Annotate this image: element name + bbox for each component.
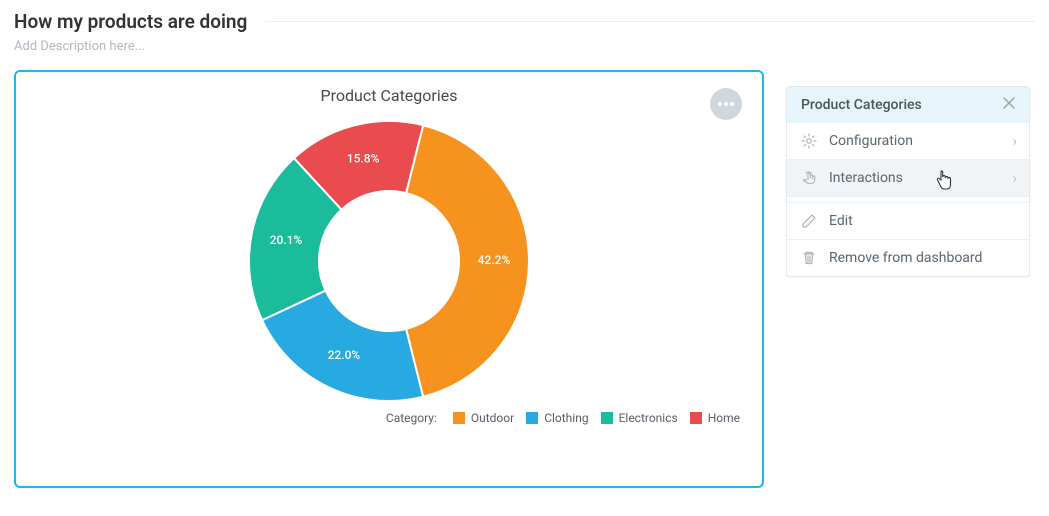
- pointer-cursor-icon: [935, 170, 953, 196]
- slice-label: 42.2%: [478, 253, 511, 267]
- page-title[interactable]: How my products are doing: [14, 10, 247, 33]
- context-menu-close-button[interactable]: [1003, 97, 1015, 113]
- title-divider: [265, 21, 1035, 22]
- legend-label: Category:: [386, 411, 437, 425]
- context-menu-item-remove[interactable]: Remove from dashboard: [787, 239, 1029, 276]
- ellipsis-icon: [717, 101, 735, 107]
- chart-legend: Category: Outdoor Clothing Electronics H…: [30, 411, 748, 425]
- chevron-right-icon: ›: [1012, 132, 1017, 150]
- slice-label: 15.8%: [347, 151, 380, 165]
- chart-title: Product Categories: [30, 86, 748, 105]
- context-menu-header: Product Categories: [787, 87, 1029, 123]
- swatch-home: [690, 412, 702, 424]
- donut-chart: 42.2% 22.0% 20.1% 15.8%: [30, 111, 748, 411]
- legend-item-electronics[interactable]: Electronics: [601, 411, 678, 425]
- legend-item-clothing[interactable]: Clothing: [526, 411, 588, 425]
- slice-label: 20.1%: [270, 233, 303, 247]
- swatch-outdoor: [453, 412, 465, 424]
- donut-slice[interactable]: [406, 125, 529, 397]
- context-menu-item-label: Interactions: [829, 170, 903, 186]
- close-icon: [1003, 97, 1015, 109]
- hand-tap-icon: [801, 170, 817, 186]
- context-menu-item-interactions[interactable]: Interactions ›: [787, 159, 1029, 196]
- context-menu-item-label: Remove from dashboard: [829, 250, 982, 266]
- trash-icon: [801, 250, 817, 266]
- legend-text: Home: [708, 411, 740, 425]
- legend-text: Clothing: [544, 411, 588, 425]
- legend-text: Outdoor: [471, 411, 514, 425]
- widget-context-menu: Product Categories Configuration ›: [786, 86, 1030, 277]
- slice-label: 22.0%: [328, 348, 361, 362]
- page-description-input[interactable]: Add Description here...: [14, 39, 1035, 54]
- legend-text: Electronics: [619, 411, 678, 425]
- legend-item-home[interactable]: Home: [690, 411, 740, 425]
- context-menu-item-edit[interactable]: Edit: [787, 202, 1029, 239]
- context-menu-title: Product Categories: [801, 97, 922, 113]
- swatch-electronics: [601, 412, 613, 424]
- context-menu-item-configuration[interactable]: Configuration ›: [787, 123, 1029, 159]
- swatch-clothing: [526, 412, 538, 424]
- chevron-right-icon: ›: [1012, 169, 1017, 187]
- pencil-icon: [801, 213, 817, 229]
- context-menu-item-label: Configuration: [829, 133, 913, 149]
- context-menu-item-label: Edit: [829, 213, 853, 229]
- gear-icon: [801, 133, 817, 149]
- legend-item-outdoor[interactable]: Outdoor: [453, 411, 514, 425]
- chart-widget[interactable]: Product Categories 42.2%22.0%20.1%15.8% …: [14, 70, 764, 488]
